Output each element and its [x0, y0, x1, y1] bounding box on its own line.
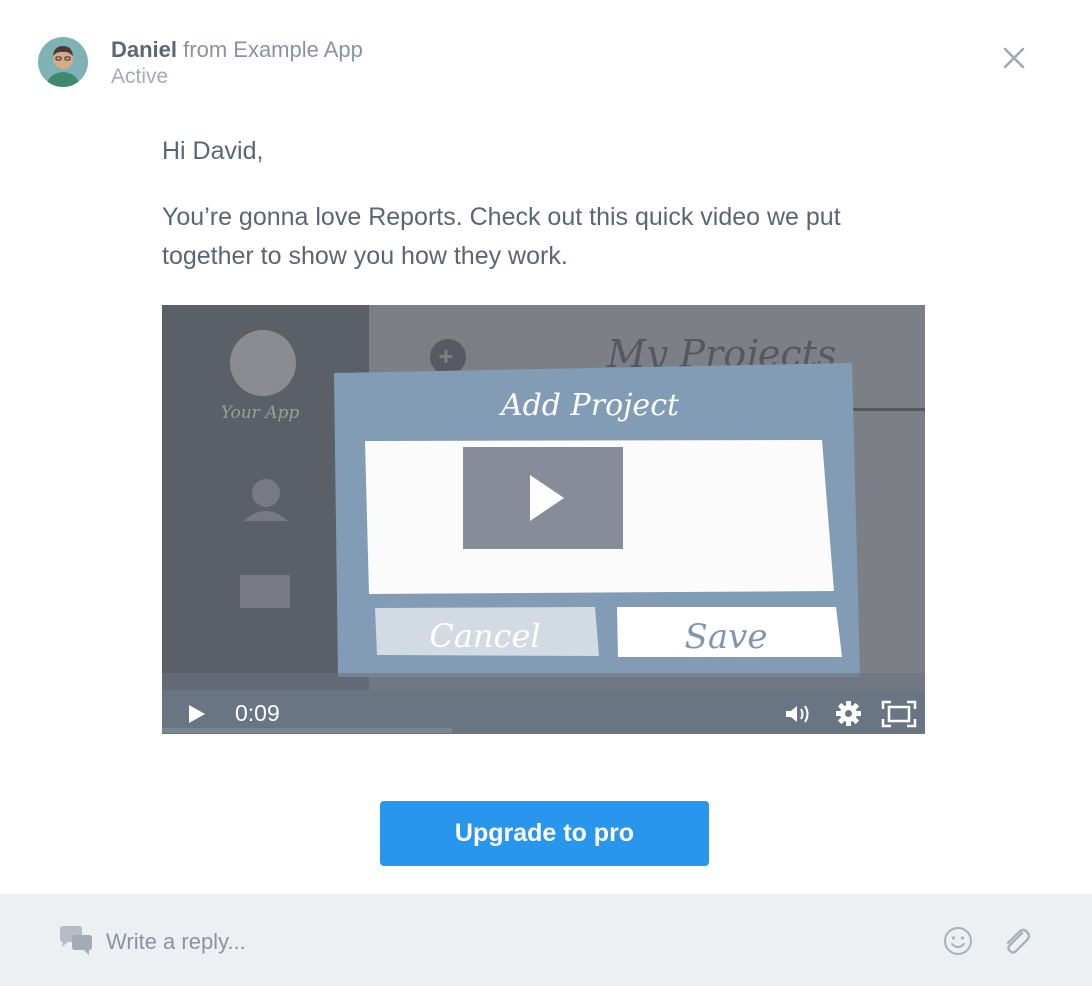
play-icon — [530, 475, 564, 521]
play-button-small[interactable] — [186, 703, 208, 725]
sender-status: Active — [111, 65, 169, 88]
play-button-large[interactable] — [463, 447, 623, 549]
upgrade-button[interactable]: Upgrade to pro — [380, 801, 709, 866]
chat-icon — [58, 925, 94, 957]
play-icon — [189, 705, 205, 723]
reply-input[interactable] — [106, 922, 906, 962]
message-body: Hi David, You’re gonna love Reports. Che… — [162, 132, 922, 276]
sender-line: Daniel from Example App — [111, 37, 363, 63]
sender-name: Daniel — [111, 37, 178, 62]
message-text: You’re gonna love Reports. Check out thi… — [162, 203, 841, 270]
message-header: Daniel from Example App Active — [38, 37, 363, 89]
svg-text:+: + — [438, 341, 453, 371]
thumb-dialog-title: Add Project — [498, 388, 680, 423]
fullscreen-icon[interactable] — [881, 700, 917, 728]
gear-icon[interactable] — [835, 700, 862, 727]
message-card: Daniel from Example App Active Hi David,… — [0, 0, 1092, 986]
paperclip-icon[interactable] — [1000, 925, 1032, 957]
greeting-text: Hi David, — [162, 137, 264, 165]
video-time: 0:09 — [235, 700, 280, 726]
avatar — [38, 37, 88, 87]
thumb-save: Save — [685, 617, 768, 657]
sender-from: from Example App — [183, 37, 363, 62]
thumb-cancel: Cancel — [429, 617, 540, 655]
volume-icon[interactable] — [783, 701, 813, 727]
emoji-icon[interactable] — [943, 926, 973, 956]
thumb-app-label: Your App — [221, 403, 300, 423]
close-icon[interactable] — [1000, 44, 1028, 72]
sender-info: Daniel from Example App Active — [111, 37, 363, 90]
